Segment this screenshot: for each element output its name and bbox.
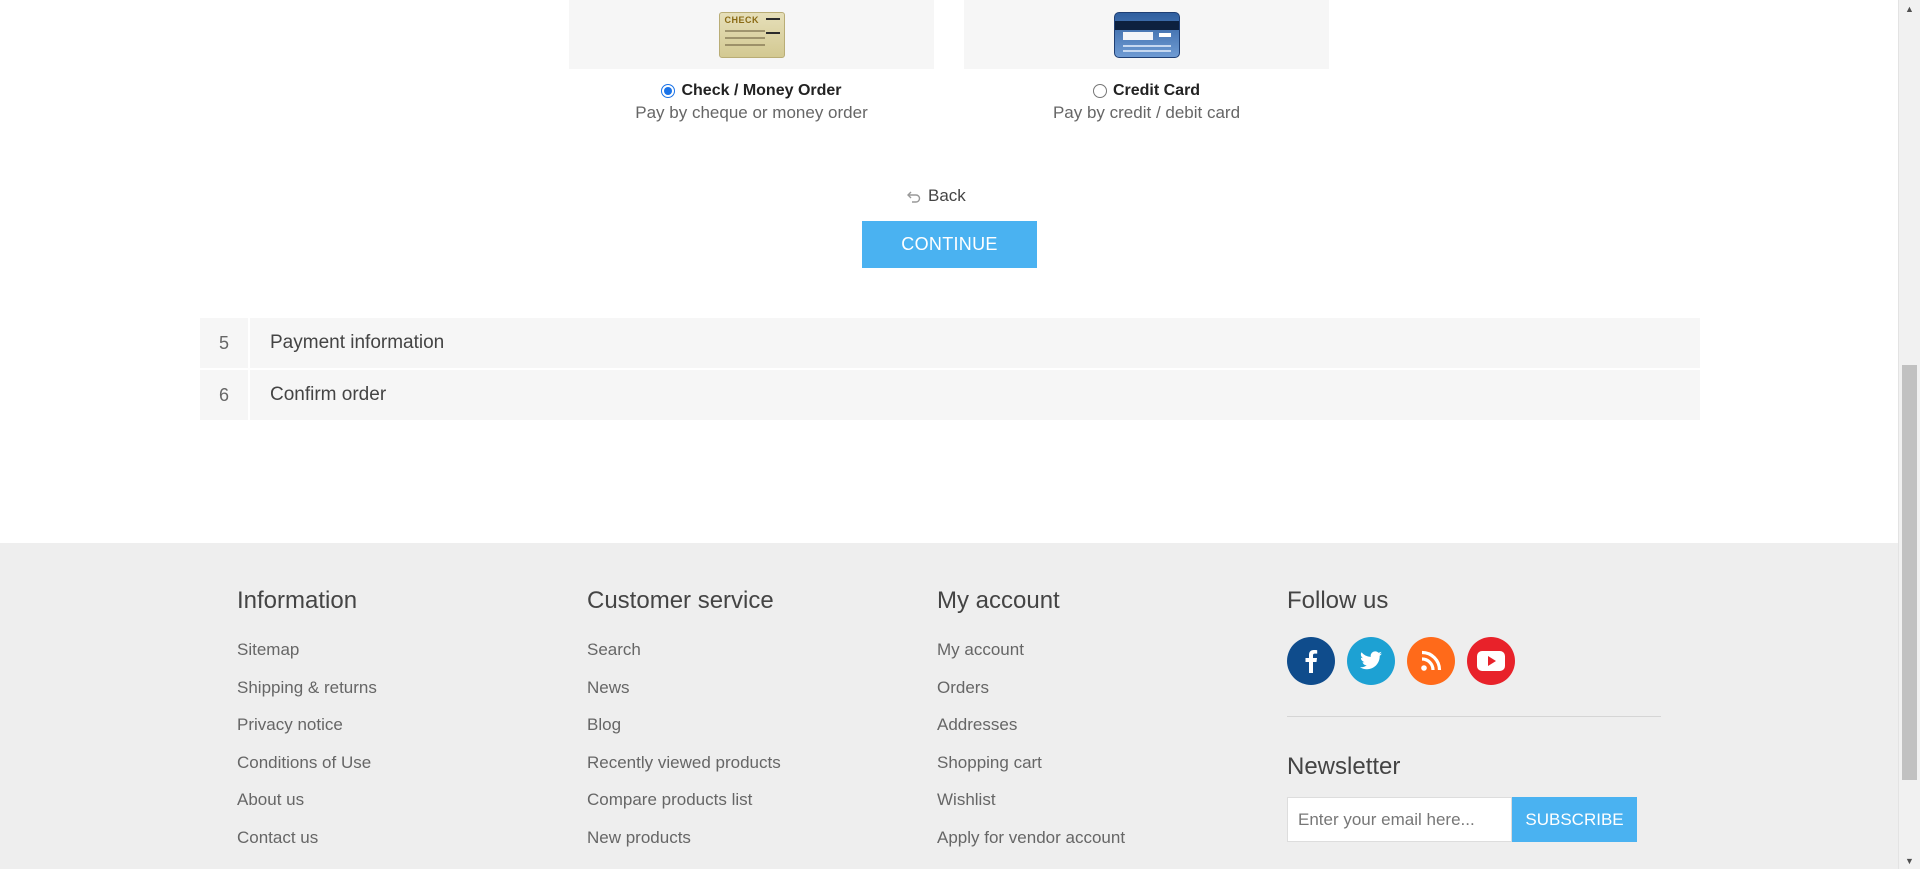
footer-link-my-account[interactable]: My account — [937, 639, 1125, 677]
rss-icon[interactable] — [1407, 637, 1455, 685]
footer-link-sitemap[interactable]: Sitemap — [237, 639, 377, 677]
checkout-steps: 5 Payment information 6 Confirm order — [200, 318, 1700, 422]
payment-method-radio-check[interactable] — [661, 84, 676, 98]
footer-link-privacy-notice[interactable]: Privacy notice — [237, 714, 377, 752]
payment-method-name[interactable]: Check / Money Order — [681, 82, 841, 100]
step-title: Payment information — [270, 332, 445, 353]
footer-divider — [1287, 716, 1661, 717]
payment-method-check[interactable]: CHECK Check / Money Order Pay by cheque … — [569, 0, 934, 123]
credit-card-image-icon — [1113, 12, 1180, 58]
footer-link-wishlist[interactable]: Wishlist — [937, 789, 1125, 827]
footer-link-shopping-cart[interactable]: Shopping cart — [937, 752, 1125, 790]
footer-link-orders[interactable]: Orders — [937, 677, 1125, 715]
footer-link-about-us[interactable]: About us — [237, 789, 377, 827]
check-image-label: CHECK — [724, 15, 760, 25]
footer-column-follow-us: Follow us Newsletter SUBSCRIBE — [1287, 587, 1661, 842]
footer-column-title: Information — [237, 587, 358, 614]
footer-link-conditions-of-use[interactable]: Conditions of Use — [237, 752, 377, 790]
step-number: 5 — [200, 318, 250, 368]
footer-link-compare-products[interactable]: Compare products list — [587, 789, 781, 827]
scrollbar-thumb[interactable] — [1902, 365, 1917, 780]
newsletter-email-input[interactable] — [1287, 797, 1512, 842]
footer-link-contact-us[interactable]: Contact us — [237, 827, 377, 865]
footer-link-recently-viewed[interactable]: Recently viewed products — [587, 752, 781, 790]
card-signature-strip — [1122, 32, 1153, 40]
footer-column-my-account: My account My account Orders Addresses S… — [937, 587, 1125, 864]
payment-method-image-box: CHECK — [569, 0, 934, 69]
card-magnetic-stripe — [1114, 21, 1179, 30]
back-link[interactable]: Back — [907, 186, 966, 206]
newsletter-title: Newsletter — [1287, 753, 1401, 780]
card-cvv-box — [1158, 33, 1171, 37]
payment-method-description: Pay by cheque or money order — [635, 103, 868, 122]
payment-method-description: Pay by credit / debit card — [1052, 103, 1241, 122]
payment-method-label-row: Check / Money Order — [569, 82, 934, 100]
footer-link-new-products[interactable]: New products — [587, 827, 781, 865]
continue-button[interactable]: CONTINUE — [862, 221, 1037, 268]
card-text-lines — [1122, 45, 1171, 47]
payment-method-radio-credit-card[interactable] — [1092, 84, 1107, 98]
payment-method-credit-card[interactable]: Credit Card Pay by credit / debit card — [964, 0, 1329, 123]
check-image-icon: CHECK — [718, 12, 785, 58]
footer-link-search[interactable]: Search — [587, 639, 781, 677]
payment-methods: CHECK Check / Money Order Pay by cheque … — [569, 0, 1329, 130]
twitter-icon[interactable] — [1347, 637, 1395, 685]
scroll-down-arrow-icon[interactable]: ▼ — [1899, 852, 1920, 869]
check-image-lines — [724, 30, 765, 32]
youtube-icon[interactable] — [1467, 637, 1515, 685]
payment-method-label-row: Credit Card — [964, 82, 1329, 100]
footer-column-title: Customer service — [587, 587, 774, 614]
footer-column-title: My account — [937, 587, 1060, 614]
back-link-label[interactable]: Back — [928, 186, 966, 206]
footer-link-apply-vendor[interactable]: Apply for vendor account — [937, 827, 1125, 865]
social-links — [1287, 637, 1661, 685]
checkout-step-payment-information[interactable]: 5 Payment information — [200, 318, 1700, 368]
footer-link-news[interactable]: News — [587, 677, 781, 715]
footer-link-addresses[interactable]: Addresses — [937, 714, 1125, 752]
footer-link-shipping-returns[interactable]: Shipping & returns — [237, 677, 377, 715]
scroll-up-arrow-icon[interactable]: ▲ — [1899, 0, 1920, 17]
check-image-number — [765, 18, 780, 20]
subscribe-button[interactable]: SUBSCRIBE — [1512, 797, 1637, 842]
payment-method-name[interactable]: Credit Card — [1113, 82, 1200, 100]
step-number: 6 — [200, 370, 250, 420]
newsletter-form: SUBSCRIBE — [1287, 797, 1661, 842]
footer: Information Sitemap Shipping & returns P… — [0, 543, 1898, 869]
footer-link-blog[interactable]: Blog — [587, 714, 781, 752]
footer-column-information: Information Sitemap Shipping & returns P… — [237, 587, 377, 864]
step-title: Confirm order — [270, 384, 387, 405]
payment-method-image-box — [964, 0, 1329, 69]
vertical-scrollbar[interactable]: ▲ ▼ — [1898, 0, 1920, 869]
back-arrow-icon — [907, 191, 921, 203]
footer-column-title: Follow us — [1287, 587, 1389, 614]
checkout-page: CHECK Check / Money Order Pay by cheque … — [0, 0, 1898, 869]
footer-column-customer-service: Customer service Search News Blog Recent… — [587, 587, 781, 864]
facebook-icon[interactable] — [1287, 637, 1335, 685]
checkout-step-confirm-order[interactable]: 6 Confirm order — [200, 370, 1700, 420]
